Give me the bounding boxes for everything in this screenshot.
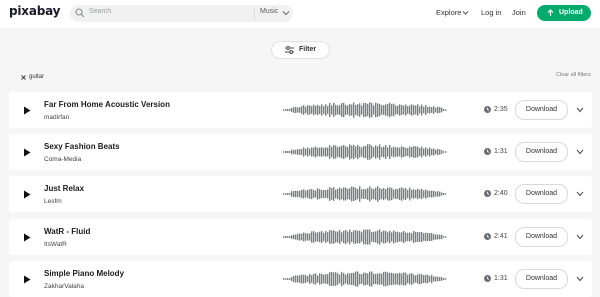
upload-button[interactable]: Upload bbox=[537, 5, 591, 21]
filter-label: Filter bbox=[299, 46, 317, 53]
play-icon[interactable] bbox=[23, 275, 31, 284]
search-input[interactable]: Search bbox=[89, 8, 111, 15]
download-button[interactable]: Download bbox=[515, 269, 568, 289]
search-divider bbox=[254, 8, 255, 19]
search-bar[interactable]: Search Music bbox=[70, 5, 293, 22]
track-artist[interactable]: ItsWatR bbox=[44, 241, 67, 248]
track-title[interactable]: Simple Piano Melody bbox=[44, 269, 124, 278]
chevron-down-icon[interactable] bbox=[576, 149, 584, 155]
track-artist[interactable]: Lesfm bbox=[44, 198, 62, 205]
track-duration: 2:35 bbox=[494, 106, 508, 113]
chevron-down-icon[interactable] bbox=[576, 234, 584, 240]
play-icon[interactable] bbox=[23, 148, 31, 157]
download-button[interactable]: Download bbox=[515, 227, 568, 247]
download-label: Download bbox=[525, 148, 558, 155]
track-artist[interactable]: ZakharValaha bbox=[44, 283, 84, 290]
chevron-down-icon[interactable] bbox=[576, 191, 584, 197]
clock-icon bbox=[484, 106, 491, 113]
track-artist[interactable]: Coma-Media bbox=[44, 156, 81, 163]
clock-icon bbox=[484, 148, 491, 155]
clock-icon bbox=[484, 275, 491, 282]
search-type-select[interactable]: Music bbox=[260, 8, 278, 15]
join-link[interactable]: Join bbox=[512, 8, 526, 17]
track-title[interactable]: Sexy Fashion Beats bbox=[44, 142, 120, 151]
download-button[interactable]: Download bbox=[515, 142, 568, 162]
track-title[interactable]: Just Relax bbox=[44, 184, 84, 193]
track-duration: 2:41 bbox=[494, 233, 508, 240]
waveform[interactable] bbox=[283, 97, 449, 123]
waveform[interactable] bbox=[283, 139, 449, 165]
download-label: Download bbox=[525, 275, 558, 282]
explore-menu[interactable]: Explore bbox=[436, 8, 461, 17]
track-title[interactable]: WatR - Fluid bbox=[44, 227, 90, 236]
track-duration: 2:40 bbox=[494, 190, 508, 197]
track-row[interactable]: Far From Home Acoustic Version madirfan … bbox=[9, 92, 592, 128]
login-link[interactable]: Log in bbox=[481, 8, 501, 17]
track-title[interactable]: Far From Home Acoustic Version bbox=[44, 100, 170, 109]
play-icon[interactable] bbox=[23, 190, 31, 199]
clear-all-filters-link[interactable]: Clear all filters bbox=[556, 72, 591, 78]
clock-icon bbox=[484, 190, 491, 197]
upload-label: Upload bbox=[559, 9, 583, 16]
chevron-down-icon[interactable] bbox=[282, 9, 290, 17]
chevron-down-icon[interactable] bbox=[462, 10, 469, 16]
upload-icon bbox=[547, 9, 554, 16]
pixabay-logo[interactable]: pixabay bbox=[9, 4, 60, 18]
close-icon[interactable] bbox=[21, 75, 26, 80]
track-row[interactable]: Sexy Fashion Beats Coma-Media 1:31 Downl… bbox=[9, 134, 592, 170]
waveform[interactable] bbox=[283, 224, 449, 250]
waveform[interactable] bbox=[283, 181, 449, 207]
download-label: Download bbox=[525, 233, 558, 240]
filter-button[interactable]: Filter bbox=[271, 41, 330, 59]
sliders-icon bbox=[285, 46, 294, 54]
chevron-down-icon[interactable] bbox=[576, 107, 584, 113]
download-label: Download bbox=[525, 106, 558, 113]
clock-icon bbox=[484, 233, 491, 240]
track-row[interactable]: WatR - Fluid ItsWatR 2:41 Download bbox=[9, 219, 592, 255]
waveform[interactable] bbox=[283, 266, 449, 292]
download-button[interactable]: Download bbox=[515, 184, 568, 204]
track-duration: 1:31 bbox=[494, 148, 508, 155]
download-label: Download bbox=[525, 190, 558, 197]
download-button[interactable]: Download bbox=[515, 100, 568, 120]
active-filter-tag[interactable]: guitar bbox=[29, 74, 44, 80]
track-row[interactable]: Just Relax Lesfm 2:40 Download bbox=[9, 176, 592, 212]
top-header: pixabay Search Music Explore Log in Join… bbox=[0, 0, 600, 28]
play-icon[interactable] bbox=[23, 233, 31, 242]
play-icon[interactable] bbox=[23, 106, 31, 115]
search-icon bbox=[75, 8, 85, 18]
chevron-down-icon[interactable] bbox=[576, 276, 584, 282]
track-artist[interactable]: madirfan bbox=[44, 114, 69, 121]
track-duration: 1:31 bbox=[494, 275, 508, 282]
